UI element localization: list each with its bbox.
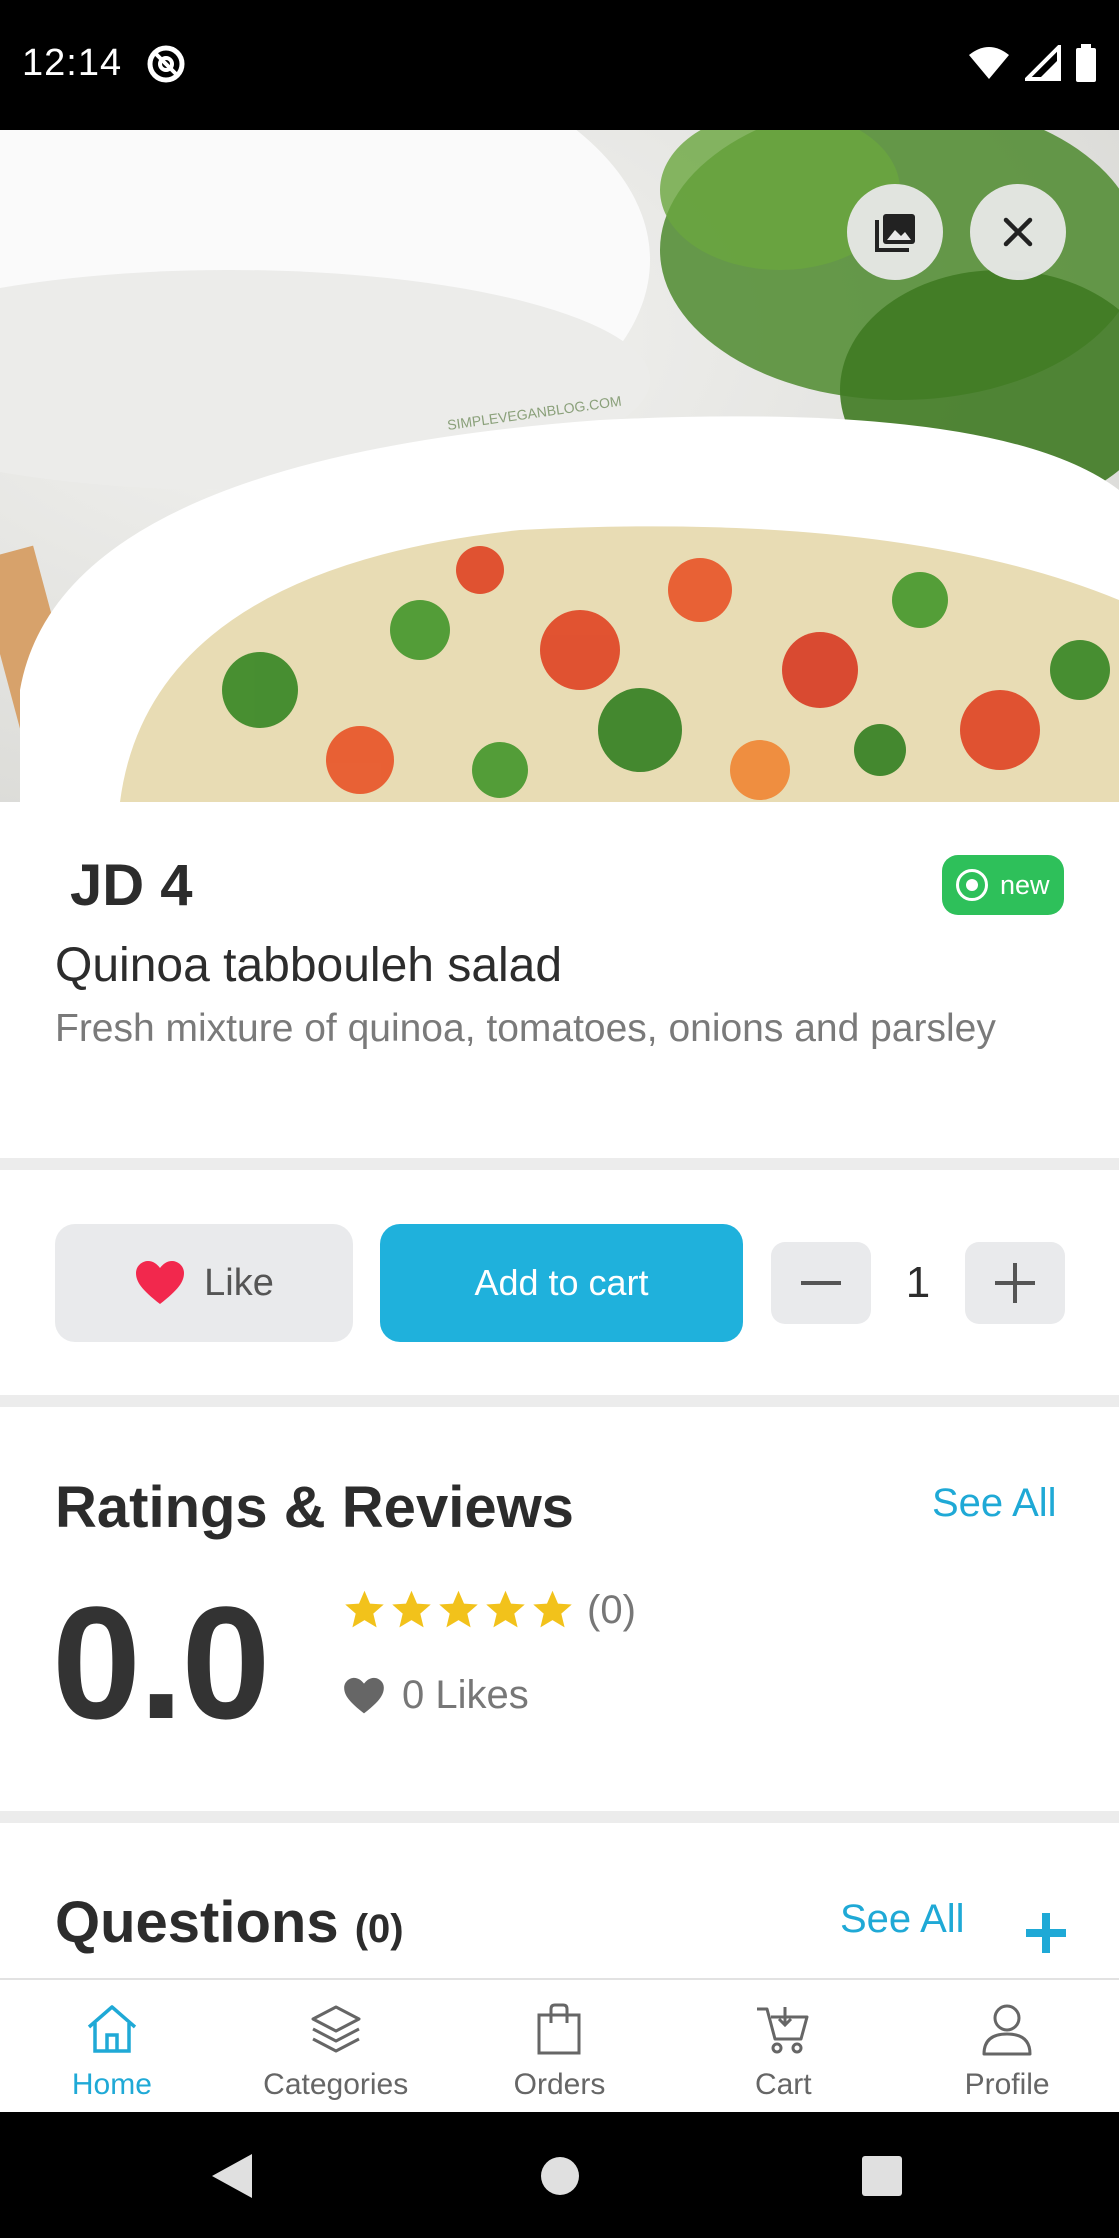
- product-actions: Like Add to cart 1: [0, 1170, 1119, 1395]
- nav-item-categories[interactable]: Categories: [224, 1980, 448, 2112]
- quantity-value: 1: [905, 1258, 931, 1307]
- add-question-icon[interactable]: [1026, 1913, 1066, 1953]
- bag-icon: [537, 2003, 581, 2055]
- questions-title: Questions (0): [55, 1889, 404, 1956]
- badge-label: new: [1000, 869, 1050, 900]
- ratings-see-all-link[interactable]: See All: [932, 1481, 1057, 1526]
- new-badge: new: [942, 855, 1064, 915]
- likes-count: 0 Likes: [402, 1673, 529, 1717]
- add-to-cart-button[interactable]: Add to cart: [380, 1224, 743, 1342]
- back-icon[interactable]: [210, 2152, 254, 2200]
- nav-item-home[interactable]: Home: [0, 1980, 224, 2112]
- divider: [0, 1158, 1119, 1170]
- rating-count: (0): [587, 1588, 636, 1632]
- plus-icon: [995, 1263, 1035, 1303]
- divider: [0, 1811, 1119, 1823]
- close-button[interactable]: [970, 184, 1066, 280]
- like-label: Like: [204, 1261, 274, 1304]
- layers-icon: [311, 2005, 361, 2053]
- star-icon: [392, 1590, 431, 1628]
- star-icon: [439, 1590, 478, 1628]
- signal-icon: [1025, 45, 1061, 81]
- nav-label-orders: Orders: [513, 2068, 606, 2101]
- questions-count: (0): [354, 1907, 404, 1951]
- rating-score: 0.0: [52, 1573, 270, 1752]
- like-button[interactable]: Like: [55, 1224, 353, 1342]
- star-rating: [342, 1588, 575, 1632]
- product-title: Quinoa tabbouleh salad: [55, 939, 563, 992]
- status-time: 12:14: [22, 42, 123, 84]
- at-sign-icon: [147, 45, 185, 83]
- cart-icon: [757, 2007, 809, 2054]
- star-icon: [533, 1590, 572, 1628]
- nav-label-home: Home: [71, 2068, 152, 2101]
- battery-icon: [1076, 44, 1096, 82]
- product-image: SIMPLEVEGANBLOG.COM: [0, 130, 1119, 802]
- questions-see-all-link[interactable]: See All: [840, 1897, 965, 1942]
- decrease-quantity-button[interactable]: [771, 1242, 871, 1324]
- radio-icon: [956, 869, 988, 901]
- status-bar: 12:14: [0, 0, 1119, 130]
- questions-section: Questions (0) See All: [0, 1823, 1119, 1978]
- product-price: JD 4: [70, 853, 193, 918]
- heart-icon: [344, 1677, 384, 1713]
- ratings-section: Ratings & Reviews See All 0.0 (0) 0 Like…: [0, 1411, 1119, 1811]
- salad-photo: SIMPLEVEGANBLOG.COM: [0, 130, 1119, 802]
- gallery-icon: [875, 214, 915, 252]
- gallery-button[interactable]: [847, 184, 943, 280]
- divider: [0, 1395, 1119, 1407]
- nav-label-categories: Categories: [263, 2068, 409, 2101]
- nav-label-profile: Profile: [964, 2068, 1050, 2101]
- recents-icon[interactable]: [862, 2156, 902, 2196]
- home-circle-icon[interactable]: [540, 2156, 580, 2196]
- system-navigation-bar: [0, 2112, 1119, 2238]
- star-icon: [345, 1590, 384, 1628]
- nav-item-profile[interactable]: Profile: [895, 1980, 1119, 2112]
- likes-summary: 0 Likes: [342, 1673, 529, 1718]
- product-description: Fresh mixture of quinoa, tomatoes, onion…: [55, 1007, 996, 1050]
- nav-label-cart: Cart: [754, 2068, 812, 2101]
- minus-icon: [801, 1281, 841, 1285]
- questions-title-text: Questions: [55, 1890, 339, 1955]
- increase-quantity-button[interactable]: [965, 1242, 1065, 1324]
- heart-icon: [136, 1261, 185, 1304]
- user-icon: [982, 2004, 1032, 2056]
- star-icon: [486, 1590, 525, 1628]
- product-info: JD 4 new Quinoa tabbouleh salad Fresh mi…: [0, 802, 1119, 1158]
- nav-item-orders[interactable]: Orders: [448, 1980, 672, 2112]
- nav-item-cart[interactable]: Cart: [671, 1980, 895, 2112]
- home-icon: [87, 2005, 137, 2053]
- wifi-icon: [969, 47, 1009, 79]
- status-icons: [967, 44, 1097, 82]
- close-icon: [1003, 217, 1033, 247]
- bottom-navigation: Home Categories Orders Cart Profile: [0, 1978, 1119, 2112]
- ratings-title: Ratings & Reviews: [55, 1475, 574, 1540]
